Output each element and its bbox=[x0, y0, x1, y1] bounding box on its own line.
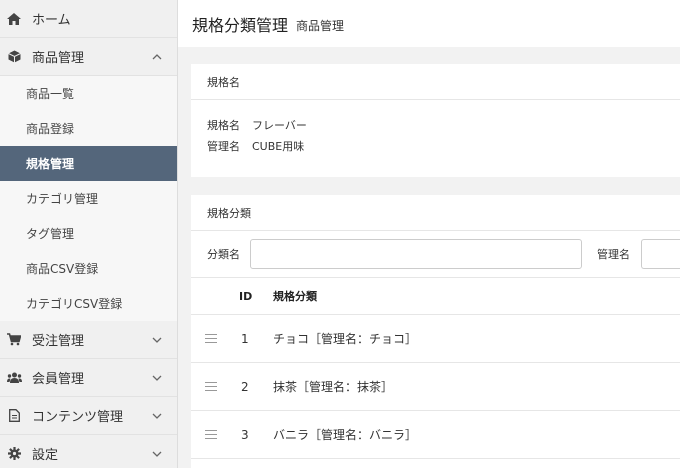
sidebar-item-label: 設定 bbox=[32, 448, 59, 463]
sidebar-item-label: 商品管理 bbox=[32, 51, 85, 66]
sidebar-item-label: 受注管理 bbox=[32, 334, 85, 349]
row-class-name: チョコ［管理名：チョコ］ bbox=[273, 332, 418, 346]
sidebar-item-home[interactable]: ホーム bbox=[0, 0, 177, 38]
table-row: 1 チョコ［管理名：チョコ］ bbox=[191, 315, 680, 363]
row-class-name: 抹茶［管理名：抹茶］ bbox=[273, 380, 394, 394]
sidebar-item-label: 会員管理 bbox=[32, 372, 85, 387]
sidebar-subitem-category[interactable]: カテゴリ管理 bbox=[0, 181, 177, 216]
gear-icon bbox=[6, 446, 22, 462]
class-search-row: 分類名 管理名 bbox=[191, 231, 680, 278]
cart-icon bbox=[6, 332, 22, 348]
spec-name-value: フレーバー bbox=[252, 119, 307, 132]
spec-class-card: 規格分類 分類名 管理名 ID 規格分類 1 チョコ［管理名：チョコ］ 2 抹茶… bbox=[191, 195, 680, 468]
column-class-name: 規格分類 bbox=[273, 290, 317, 303]
row-id: 2 bbox=[241, 379, 249, 394]
sidebar-subitem-product-list[interactable]: 商品一覧 bbox=[0, 76, 177, 111]
admin-name-input[interactable] bbox=[640, 239, 680, 269]
spec-admin-value: CUBE用味 bbox=[252, 140, 305, 153]
spec-admin-label: 管理名 bbox=[207, 140, 240, 153]
class-name-label: 分類名 bbox=[207, 248, 240, 261]
home-icon bbox=[6, 11, 22, 27]
page-title: 規格分類管理 bbox=[192, 15, 289, 35]
chevron-down-icon bbox=[152, 375, 162, 381]
chevron-up-icon bbox=[152, 54, 162, 60]
sidebar: ホーム 商品管理 商品一覧 商品登録 規格管理 カテゴリ管理 タグ管理 商品CS… bbox=[0, 0, 178, 468]
sidebar-subitem-product-register[interactable]: 商品登録 bbox=[0, 111, 177, 146]
sidebar-item-label: コンテンツ管理 bbox=[32, 410, 124, 425]
document-icon bbox=[6, 408, 22, 424]
row-class-name: バニラ［管理名：バニラ］ bbox=[273, 428, 418, 442]
column-id: ID bbox=[239, 289, 253, 303]
drag-handle-icon[interactable] bbox=[205, 430, 217, 439]
page-header: 規格分類管理 商品管理 bbox=[178, 0, 680, 47]
row-id: 1 bbox=[241, 331, 249, 346]
sidebar-subitem-spec-management[interactable]: 規格管理 bbox=[0, 146, 177, 181]
table-row: 3 バニラ［管理名：バニラ］ bbox=[191, 411, 680, 459]
sidebar-item-label: ホーム bbox=[32, 13, 71, 28]
spec-info-card: 規格名 規格名 フレーバー 管理名 CUBE用味 bbox=[191, 64, 680, 177]
spec-admin-row: 管理名 CUBE用味 bbox=[191, 138, 680, 154]
sidebar-subitem-tag[interactable]: タグ管理 bbox=[0, 216, 177, 251]
table-header: ID 規格分類 bbox=[191, 278, 680, 315]
row-id: 3 bbox=[241, 427, 249, 442]
spec-name-label: 規格名 bbox=[207, 119, 240, 132]
chevron-down-icon bbox=[152, 413, 162, 419]
users-icon bbox=[6, 370, 22, 386]
sidebar-item-settings[interactable]: 設定 bbox=[0, 435, 177, 468]
drag-handle-icon[interactable] bbox=[205, 334, 217, 343]
sidebar-subitem-product-csv[interactable]: 商品CSV登録 bbox=[0, 251, 177, 286]
cube-icon bbox=[6, 49, 22, 65]
sidebar-item-product[interactable]: 商品管理 bbox=[0, 38, 177, 76]
spec-card-title: 規格名 bbox=[191, 64, 680, 100]
spec-name-row: 規格名 フレーバー bbox=[191, 117, 680, 133]
chevron-down-icon bbox=[152, 451, 162, 457]
sidebar-subitem-category-csv[interactable]: カテゴリCSV登録 bbox=[0, 286, 177, 321]
drag-handle-icon[interactable] bbox=[205, 382, 217, 391]
admin-name-label: 管理名 bbox=[596, 248, 630, 261]
page-subtitle: 商品管理 bbox=[296, 18, 345, 33]
table-row: 2 抹茶［管理名：抹茶］ bbox=[191, 363, 680, 411]
class-card-title: 規格分類 bbox=[191, 195, 680, 231]
sidebar-item-order[interactable]: 受注管理 bbox=[0, 321, 177, 359]
sidebar-item-customer[interactable]: 会員管理 bbox=[0, 359, 177, 397]
chevron-down-icon bbox=[152, 337, 162, 343]
class-name-input[interactable] bbox=[249, 239, 582, 269]
sidebar-item-content[interactable]: コンテンツ管理 bbox=[0, 397, 177, 435]
